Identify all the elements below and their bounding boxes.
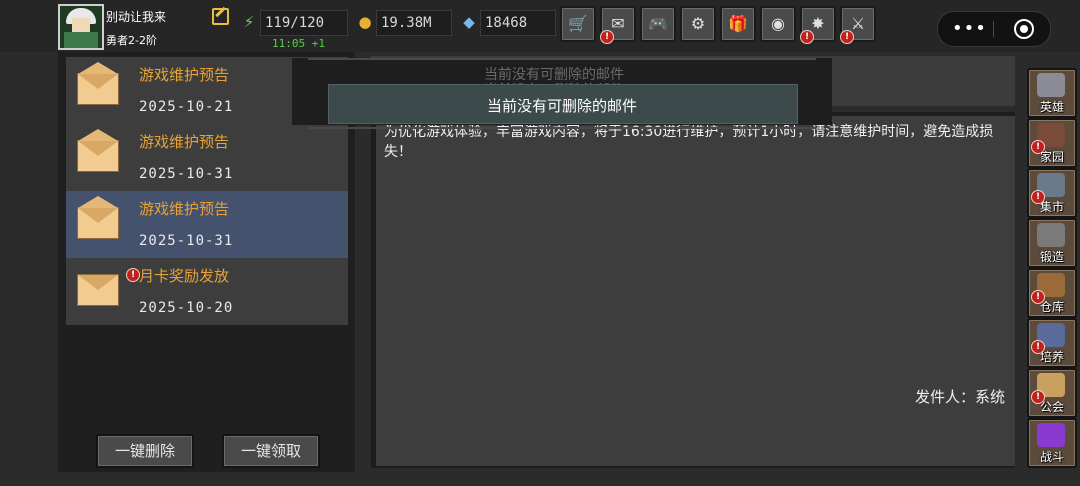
firework-icon: ✸ [811, 14, 825, 33]
side-menu-item[interactable]: 战斗 [1027, 418, 1077, 468]
knight-helmet-icon [1037, 73, 1065, 97]
side-menu-label: 英雄 [1039, 100, 1064, 114]
stamina-timer: 11:05 +1 [272, 37, 325, 50]
shop-cart-icon: 🛒 [568, 14, 588, 33]
player-avatar[interactable] [58, 4, 104, 50]
toast-message: 当前没有可删除的邮件 [486, 97, 637, 115]
gem-value: 18468 [480, 10, 556, 36]
miniprogram-capsule: ••• [937, 11, 1051, 47]
more-menu-icon[interactable]: ••• [952, 18, 987, 39]
side-menu-item[interactable]: 英雄 [1027, 68, 1077, 118]
side-menu-label: 培养 [1039, 350, 1064, 364]
mail-content-box: 为优化游戏体验，丰富游戏内容，将于16:30进行维护，预计1小时，请注意维护时间… [376, 116, 1015, 466]
gift-box-icon: 🎁 [728, 14, 748, 33]
mail-title: 月卡奖励发放 [139, 267, 230, 285]
mail-date: 2025-10-21 [139, 99, 234, 115]
delete-all-button[interactable]: 一键删除 [96, 434, 194, 468]
settings-gear-button[interactable]: ⚙ [680, 6, 716, 42]
claim-all-button[interactable]: 一键领取 [222, 434, 320, 468]
alert-badge-icon: ! [600, 30, 614, 44]
gift-box-button[interactable]: 🎁 [720, 6, 756, 42]
player-title: 勇者2-2阶 [106, 34, 157, 47]
mail-title: 游戏维护预告 [139, 133, 230, 151]
side-menu-item[interactable]: ! 培养 [1027, 318, 1077, 368]
mail-date: 2025-10-20 [139, 300, 234, 316]
side-menu-item[interactable]: 锻造 [1027, 218, 1077, 268]
side-menu-label: 集市 [1039, 200, 1064, 214]
side-menu-label: 锻造 [1039, 250, 1064, 264]
gem-diamond-icon: ◆ [463, 13, 475, 31]
side-menu-label: 公会 [1039, 400, 1064, 414]
alert-badge-icon: ! [840, 30, 854, 44]
side-menu-label: 家园 [1039, 150, 1064, 164]
settings-gear-icon: ⚙ [690, 14, 706, 33]
mail-list-item[interactable]: 游戏维护预告 2025-10-31 [66, 124, 348, 191]
mail-title: 游戏维护预告 [139, 66, 230, 84]
crossed-swords-icon: ⚔ [850, 14, 866, 33]
open-envelope-icon [77, 196, 119, 239]
stamina-value: 119/120 [260, 10, 348, 36]
open-envelope-icon [77, 62, 119, 105]
unread-alert-icon: ! [126, 268, 140, 282]
mail-icon: ✉ [611, 14, 625, 33]
side-menu-label: 仓库 [1039, 300, 1064, 314]
shop-cart-button[interactable]: 🛒 [560, 6, 596, 42]
edit-name-icon[interactable] [212, 8, 229, 25]
gamepad-button[interactable]: 🎮 [640, 6, 676, 42]
mail-date: 2025-10-31 [139, 233, 234, 249]
lucky-wheel-icon: ◉ [771, 14, 785, 33]
portal-icon [1037, 423, 1065, 447]
gamepad-icon: 🎮 [648, 14, 668, 33]
firework-button[interactable]: ✸! [800, 6, 836, 44]
mail-date: 2025-10-31 [139, 166, 234, 182]
stamina-lightning-icon: ⚡ [243, 13, 255, 31]
side-menu-item[interactable]: ! 仓库 [1027, 268, 1077, 318]
side-menu-item[interactable]: ! 家园 [1027, 118, 1077, 168]
side-menu-label: 战斗 [1039, 450, 1064, 464]
alert-badge-icon: ! [800, 30, 814, 44]
crossed-swords-button[interactable]: ⚔! [840, 6, 876, 44]
mail-list-item[interactable]: ! 月卡奖励发放 2025-10-20 [66, 258, 348, 325]
closed-envelope-icon [77, 274, 119, 306]
lucky-wheel-button[interactable]: ◉ [760, 6, 796, 42]
gold-coin-icon: ● [358, 13, 372, 31]
open-envelope-icon [77, 129, 119, 172]
mail-sender: 发件人：系统 [914, 388, 1005, 406]
mail-button[interactable]: ✉! [600, 6, 636, 44]
anvil-icon [1037, 223, 1065, 247]
mail-list-item[interactable]: 游戏维护预告 2025-10-31 [66, 191, 348, 258]
side-menu-item[interactable]: ! 集市 [1027, 168, 1077, 218]
player-name: 别动让我来 [106, 10, 167, 24]
mail-title: 游戏维护预告 [139, 200, 230, 218]
side-menu-item[interactable]: ! 公会 [1027, 368, 1077, 418]
close-target-icon[interactable] [1014, 19, 1034, 39]
toast-popup: 当前没有可删除的邮件 当前没有可删除的邮件 当前没有可删除的邮件 [292, 58, 832, 129]
gold-value: 19.38M [376, 10, 452, 36]
